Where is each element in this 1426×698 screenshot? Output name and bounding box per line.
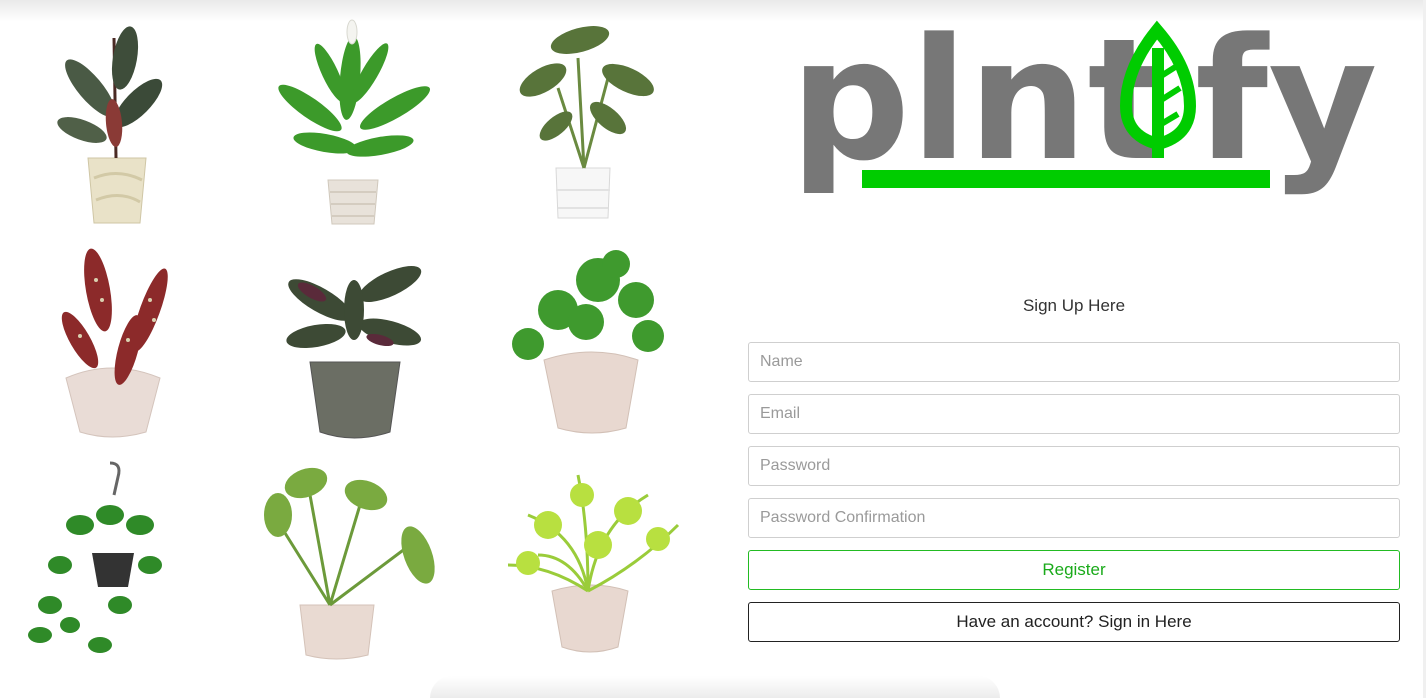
logo-underline <box>862 170 1270 188</box>
signin-link-button[interactable]: Have an account? Sign in Here <box>748 602 1400 642</box>
plant-image-alocasia <box>250 455 450 667</box>
plant-image-hanging-pothos <box>10 455 210 667</box>
email-field[interactable] <box>748 394 1400 434</box>
name-field[interactable] <box>748 342 1400 382</box>
plant-image-calathea <box>250 240 450 452</box>
plant-image-rubber-plant <box>10 18 210 230</box>
plant-image-pilea <box>488 240 688 452</box>
app-logo: plnt fy <box>790 18 1380 198</box>
plant-image-asparagus-fern <box>488 455 688 667</box>
plant-image-polka-dot-begonia <box>10 240 210 452</box>
password-confirmation-field[interactable] <box>748 498 1400 538</box>
plant-image-monstera <box>488 18 688 230</box>
register-button[interactable]: Register <box>748 550 1400 590</box>
password-field[interactable] <box>748 446 1400 486</box>
bottom-shadow <box>430 676 1000 698</box>
plant-image-peace-lily <box>250 18 450 230</box>
signup-title: Sign Up Here <box>1022 296 1126 315</box>
